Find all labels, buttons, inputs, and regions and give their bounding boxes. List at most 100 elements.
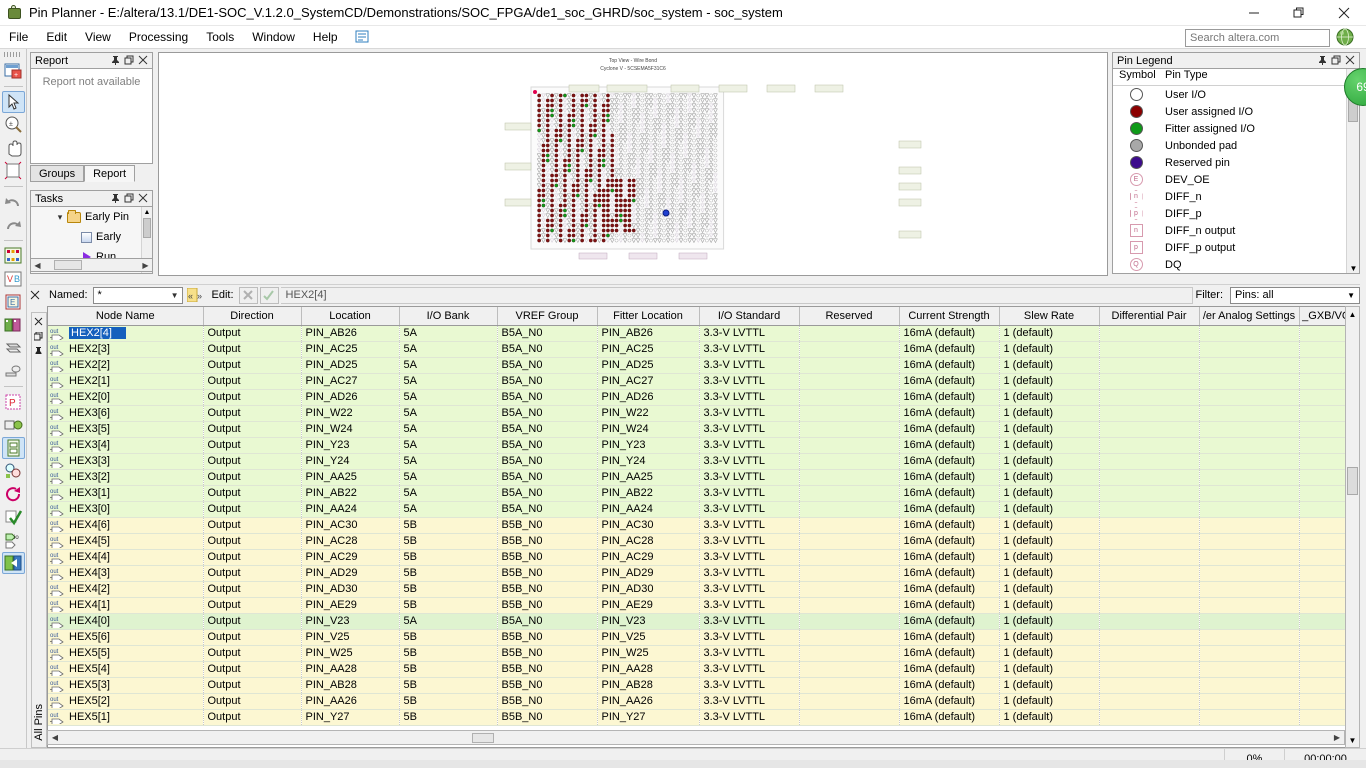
pin-table-cell-bank[interactable]: 5A: [399, 453, 498, 470]
table-row[interactable]: out HEX3[0] Output PIN_AA24 5A B5A_N0 PIN_AA24…: [48, 501, 1359, 518]
pin-table-cell-analog[interactable]: [1199, 533, 1300, 550]
pin-table-cell-loc[interactable]: PIN_AA24: [301, 501, 400, 518]
pin-table-cell-vref[interactable]: B5A_N0: [497, 389, 598, 406]
pin-table-cell-dir[interactable]: Output: [203, 341, 302, 358]
pin-table-cell-node-name[interactable]: out HEX3[4]: [48, 437, 204, 454]
pin-table-cell-loc[interactable]: PIN_AD29: [301, 565, 400, 582]
pin-table-cell-cur[interactable]: 16mA (default): [899, 357, 1000, 374]
pin-table-cell-node-name[interactable]: out HEX3[3]: [48, 453, 204, 470]
pin-table-cell-dir[interactable]: Output: [203, 405, 302, 422]
pin-table-cell-cur[interactable]: 16mA (default): [899, 629, 1000, 646]
new-pin-report-icon[interactable]: +: [2, 60, 25, 82]
table-row[interactable]: out HEX4[5] Output PIN_AC28 5B B5B_N0 PIN_AC28…: [48, 533, 1359, 550]
pin-properties-icon[interactable]: [2, 414, 25, 436]
zoom-tool-icon[interactable]: ±: [2, 114, 25, 136]
pin-table-cell-reserved[interactable]: [799, 709, 900, 726]
pin-table-cell-fitter[interactable]: PIN_AB28: [597, 677, 700, 694]
pin-table-cell-cur[interactable]: 16mA (default): [899, 709, 1000, 726]
pin-table-cell-cur[interactable]: 16mA (default): [899, 677, 1000, 694]
pin-table-cell-cur[interactable]: 16mA (default): [899, 661, 1000, 678]
pin-table-cell-analog[interactable]: [1199, 421, 1300, 438]
pin-table-cell-std[interactable]: 3.3-V LVTTL: [699, 661, 800, 678]
pin-table-cell-slew[interactable]: 1 (default): [999, 501, 1100, 518]
pin-table-cell-dir[interactable]: Output: [203, 709, 302, 726]
io-assignment-icon[interactable]: io: [2, 529, 25, 551]
table-row[interactable]: out HEX3[4] Output PIN_Y23 5A B5A_N0 PIN_Y23 3.…: [48, 437, 1359, 454]
pin-table-column-header[interactable]: Direction: [203, 307, 302, 326]
pin-table-cell-reserved[interactable]: [799, 501, 900, 518]
pin-table-cell-fitter[interactable]: PIN_AD29: [597, 565, 700, 582]
table-row[interactable]: out HEX4[3] Output PIN_AD29 5B B5B_N0 PIN_AD29…: [48, 565, 1359, 582]
pin-table-cell-cur[interactable]: 16mA (default): [899, 613, 1000, 630]
named-combobox[interactable]: * ▼: [92, 286, 183, 304]
pin-table-column-header[interactable]: I/O Standard: [699, 307, 800, 326]
pin-table-cell-reserved[interactable]: [799, 613, 900, 630]
pin-table-cell-vref[interactable]: B5B_N0: [497, 533, 598, 550]
pin-table-column-header[interactable]: Slew Rate: [999, 307, 1100, 326]
pin-table-cell-dir[interactable]: Output: [203, 469, 302, 486]
pin-table-cell-slew[interactable]: 1 (default): [999, 565, 1100, 582]
pin-table-cell-diff[interactable]: [1099, 597, 1200, 614]
pin-table-cell-fitter[interactable]: PIN_AC29: [597, 549, 700, 566]
menu-help[interactable]: Help: [304, 28, 347, 46]
all-pins-side-tab[interactable]: All Pins: [31, 312, 47, 748]
pin-table-cell-loc[interactable]: PIN_V25: [301, 629, 400, 646]
pin-table-cell-analog[interactable]: [1199, 389, 1300, 406]
menu-file[interactable]: File: [0, 28, 37, 46]
pin-icon[interactable]: [110, 55, 121, 66]
pin-table-cell-slew[interactable]: 1 (default): [999, 661, 1100, 678]
pin-table-cell-dir[interactable]: Output: [203, 693, 302, 710]
pin-table-cell-fitter[interactable]: PIN_AA26: [597, 693, 700, 710]
pin-table-cell-fitter[interactable]: PIN_V25: [597, 629, 700, 646]
pin-table-cell-vref[interactable]: B5A_N0: [497, 341, 598, 358]
pin-table-cell-bank[interactable]: 5B: [399, 693, 498, 710]
pin-table-cell-node-name[interactable]: out HEX4[1]: [48, 597, 204, 614]
pin-table-cell-node-name[interactable]: out HEX4[6]: [48, 517, 204, 534]
pin-table-cell-analog[interactable]: [1199, 517, 1300, 534]
pin-table-cell-node-name[interactable]: out HEX4[5]: [48, 533, 204, 550]
pin-table-cell-reserved[interactable]: [799, 421, 900, 438]
menu-window[interactable]: Window: [243, 28, 304, 46]
pin-table-cell-dir[interactable]: Output: [203, 581, 302, 598]
pin-table-cell-bank[interactable]: 5A: [399, 389, 498, 406]
pin-table-cell-fitter[interactable]: PIN_AC27: [597, 373, 700, 390]
pin-table-cell-cur[interactable]: 16mA (default): [899, 485, 1000, 502]
pin-table-cell-bank[interactable]: 5A: [399, 469, 498, 486]
pin-table-cell-std[interactable]: 3.3-V LVTTL: [699, 645, 800, 662]
pin-table-cell-std[interactable]: 3.3-V LVTTL: [699, 517, 800, 534]
tab-groups[interactable]: Groups: [30, 165, 85, 182]
pin-table-cell-fitter[interactable]: PIN_AD25: [597, 357, 700, 374]
pin-table-cell-std[interactable]: 3.3-V LVTTL: [699, 405, 800, 422]
pin-table-cell-fitter[interactable]: PIN_AA25: [597, 469, 700, 486]
pin-table-cell-std[interactable]: 3.3-V LVTTL: [699, 389, 800, 406]
pin-table-cell-loc[interactable]: PIN_AA26: [301, 693, 400, 710]
pin-table-cell-vref[interactable]: B5B_N0: [497, 565, 598, 582]
pin-table-cell-bank[interactable]: 5B: [399, 581, 498, 598]
pin-table-cell-slew[interactable]: 1 (default): [999, 517, 1100, 534]
table-row[interactable]: out HEX5[5] Output PIN_W25 5B B5B_N0 PIN_W25 3.…: [48, 645, 1359, 662]
pin-table-cell-diff[interactable]: [1099, 501, 1200, 518]
validate-icon[interactable]: [2, 506, 25, 528]
pin-migration-compare-icon[interactable]: [2, 460, 25, 482]
pin-table-cell-node-name[interactable]: out HEX5[1]: [48, 709, 204, 726]
pin-table-cell-bank[interactable]: 5B: [399, 565, 498, 582]
pin-table[interactable]: Node Name Direction Location I/O Bank VREF G…: [47, 306, 1360, 748]
table-row[interactable]: out HEX4[2] Output PIN_AD30 5B B5B_N0 PIN_AD30…: [48, 581, 1359, 598]
pin-table-cell-analog[interactable]: [1199, 645, 1300, 662]
pin-table-cell-fitter[interactable]: PIN_AC30: [597, 517, 700, 534]
pin-table-cell-node-name[interactable]: out HEX4[3]: [48, 565, 204, 582]
pin-table-cell-slew[interactable]: 1 (default): [999, 437, 1100, 454]
pin-table-cell-fitter[interactable]: PIN_AA24: [597, 501, 700, 518]
pin-table-cell-bank[interactable]: 5A: [399, 405, 498, 422]
pin-table-cell-std[interactable]: 3.3-V LVTTL: [699, 453, 800, 470]
pin-table-cell-vref[interactable]: B5A_N0: [497, 325, 598, 342]
pin-table-vertical-scrollbar[interactable]: ▲ ▼: [1345, 306, 1360, 748]
pin-table-column-header[interactable]: Fitter Location: [597, 307, 700, 326]
pin-table-cell-analog[interactable]: [1199, 357, 1300, 374]
pin-table-cell-dir[interactable]: Output: [203, 613, 302, 630]
pin-table-column-header[interactable]: I/O Bank: [399, 307, 498, 326]
pin-table-cell-slew[interactable]: 1 (default): [999, 597, 1100, 614]
pin-table-cell-diff[interactable]: [1099, 389, 1200, 406]
restore-icon[interactable]: [1276, 0, 1321, 26]
pin-table-cell-reserved[interactable]: [799, 341, 900, 358]
